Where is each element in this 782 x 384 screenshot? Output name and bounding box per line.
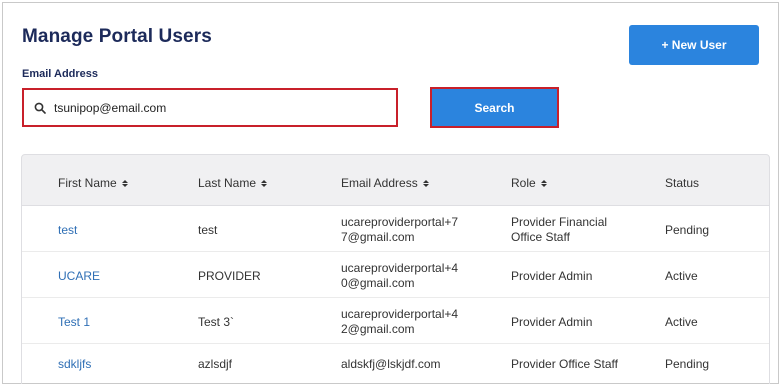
email-line: ucareproviderportal+7 [341, 215, 459, 229]
last-name-cell: PROVIDER [198, 269, 261, 283]
email-cell: aldskfj@lskjdf.com [341, 357, 441, 371]
role-line: Provider Financial [511, 215, 608, 229]
header-last-name[interactable]: Last Name [198, 176, 268, 190]
table-row: Test 1 Test 3` ucareproviderportal+4 2@g… [22, 298, 769, 344]
sort-icon [540, 179, 547, 187]
search-button[interactable]: Search [430, 87, 559, 128]
role-cell: Provider Office Staff [511, 357, 618, 371]
last-name-cell: Test 3` [198, 315, 235, 329]
table-body: test test ucareproviderportal+7 7@gmail.… [21, 206, 770, 384]
new-user-button[interactable]: + New User [629, 25, 759, 65]
table-row: sdkljfs azlsdjf aldskfj@lskjdf.com Provi… [22, 344, 769, 384]
email-line: 7@gmail.com [341, 230, 415, 244]
role-cell: Provider Financial Office Staff [511, 215, 636, 245]
page-title: Manage Portal Users [22, 26, 212, 47]
email-cell: ucareproviderportal+4 0@gmail.com [341, 261, 481, 291]
email-line: 0@gmail.com [341, 276, 415, 290]
role-cell: Provider Admin [511, 315, 593, 329]
status-cell: Active [665, 269, 698, 283]
search-icon [34, 102, 46, 114]
sort-icon [422, 179, 429, 187]
role-line: Office Staff [511, 230, 570, 244]
first-name-link[interactable]: UCARE [58, 269, 100, 284]
header-email-address-label: Email Address [341, 176, 418, 190]
email-cell: ucareproviderportal+7 7@gmail.com [341, 215, 481, 245]
last-name-cell: azlsdjf [198, 357, 233, 371]
role-cell: Provider Admin [511, 269, 593, 283]
header-last-name-label: Last Name [198, 176, 257, 190]
status-cell: Active [665, 315, 698, 329]
header-role[interactable]: Role [511, 176, 547, 190]
header-status-label: Status [665, 176, 700, 190]
table-row: test test ucareproviderportal+7 7@gmail.… [22, 206, 769, 252]
table-header: First Name Last Name Email Address Role … [21, 154, 770, 206]
status-cell: Pending [665, 357, 710, 371]
header-role-label: Role [511, 176, 536, 190]
email-cell: ucareproviderportal+4 2@gmail.com [341, 307, 481, 337]
last-name-cell: test [198, 223, 218, 237]
status-cell: Pending [665, 223, 710, 237]
header-email-address[interactable]: Email Address [341, 176, 429, 190]
email-line: ucareproviderportal+4 [341, 261, 459, 275]
email-search-field[interactable] [22, 88, 398, 127]
header-first-name[interactable]: First Name [58, 176, 128, 190]
header-first-name-label: First Name [58, 176, 117, 190]
first-name-link[interactable]: test [58, 223, 77, 238]
first-name-link[interactable]: Test 1 [58, 315, 90, 330]
sort-icon [261, 179, 268, 187]
header-status: Status [665, 176, 699, 190]
table-row: UCARE PROVIDER ucareproviderportal+4 0@g… [22, 252, 769, 298]
sort-icon [121, 179, 128, 187]
email-address-label: Email Address [22, 68, 99, 80]
email-line: ucareproviderportal+4 [341, 307, 459, 321]
email-search-input[interactable] [54, 100, 374, 115]
email-line: 2@gmail.com [341, 322, 415, 336]
users-table: First Name Last Name Email Address Role … [21, 154, 770, 384]
first-name-link[interactable]: sdkljfs [58, 357, 91, 372]
